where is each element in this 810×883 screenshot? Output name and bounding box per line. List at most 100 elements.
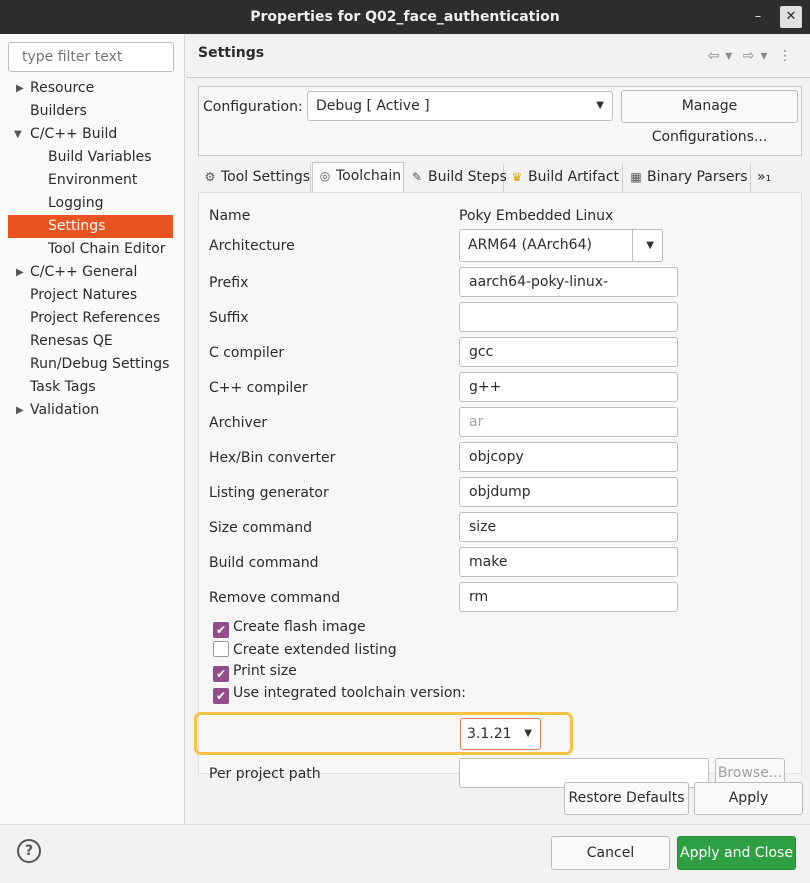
listing-generator-label: Listing generator (209, 485, 329, 501)
sidebar-item-label: Builders (30, 103, 87, 119)
minimize-icon[interactable]: – (747, 6, 769, 28)
configuration-select[interactable]: Debug [ Active ] ▼ (307, 91, 613, 121)
toolchain-version-value: 3.1.21 (467, 726, 512, 742)
architecture-select[interactable]: ARM64 (AArch64) ▼ (459, 229, 663, 262)
restore-defaults-button[interactable]: Restore Defaults (564, 782, 689, 815)
configuration-label: Configuration: (203, 99, 303, 115)
print-size-checkbox[interactable]: ✔ Print size (213, 663, 297, 682)
apply-button[interactable]: Apply (694, 782, 803, 815)
suffix-label: Suffix (209, 310, 249, 326)
forward-arrow-icon[interactable]: ⇨ (743, 48, 755, 64)
sidebar-item-tool-chain-editor[interactable]: Tool Chain Editor (0, 238, 185, 261)
settings-page: Settings ⇦ ▾ ⇨ ▾ ⋮ Configuration: Debug [ … (186, 34, 810, 824)
more-options-icon[interactable]: ⋮ (778, 48, 792, 64)
tab-toolchain[interactable]: ◎ Toolchain (312, 162, 404, 193)
tab-label: Toolchain (336, 168, 402, 184)
sidebar-item-run-debug-settings[interactable]: Run/Debug Settings (0, 353, 185, 376)
close-icon[interactable]: ✕ (780, 6, 802, 28)
cpp-compiler-label: C++ compiler (209, 380, 308, 396)
chevron-down-icon: ▼ (596, 100, 604, 111)
sidebar-item-validation[interactable]: ▶ Validation (0, 399, 185, 422)
forward-menu-chevron-icon[interactable]: ▾ (761, 48, 768, 64)
chevron-right-icon[interactable]: ▶ (16, 399, 24, 422)
window-titlebar: Properties for Q02_face_authentication –… (0, 0, 810, 34)
sidebar-item-build-variables[interactable]: Build Variables (0, 146, 185, 169)
sidebar-item-label: Build Variables (48, 149, 152, 165)
create-extended-listing-checkbox[interactable]: Create extended listing (213, 641, 397, 658)
chevron-right-icon[interactable]: ▶ (16, 261, 24, 284)
tab-binary-parsers[interactable]: ▦ Binary Parsers (624, 164, 751, 192)
checkbox-checked-icon[interactable]: ✔ (213, 688, 229, 704)
checkbox-checked-icon[interactable]: ✔ (213, 666, 229, 682)
sidebar-item-project-references[interactable]: Project References (0, 307, 185, 330)
sidebar-item-logging[interactable]: Logging (0, 192, 185, 215)
prefix-input[interactable]: aarch64-poky-linux- (459, 267, 678, 297)
page-navigation: ⇦ ▾ ⇨ ▾ ⋮ (702, 48, 792, 64)
chevron-right-icon[interactable]: ▶ (16, 77, 24, 100)
checkbox-label: Create extended listing (233, 642, 397, 658)
tool-settings-icon: ⚙ (204, 170, 216, 184)
toolchain-version-select[interactable]: 3.1.21 ▼ (460, 718, 541, 750)
chevron-down-icon[interactable]: ▼ (14, 123, 22, 146)
help-icon[interactable]: ? (17, 839, 41, 863)
sidebar-item-environment[interactable]: Environment (0, 169, 185, 192)
size-command-input[interactable]: size (459, 512, 678, 542)
sidebar-item-label: Project Natures (30, 287, 138, 303)
tab-tool-settings[interactable]: ⚙ Tool Settings (198, 164, 311, 192)
checkbox-label: Print size (233, 663, 297, 679)
sidebar-item-task-tags[interactable]: Task Tags (0, 376, 185, 399)
architecture-label: Architecture (209, 238, 295, 254)
build-command-input[interactable]: make (459, 547, 678, 577)
sidebar-item-resource[interactable]: ▶ Resource (0, 77, 185, 100)
c-compiler-input[interactable]: gcc (459, 337, 678, 367)
window-title: Properties for Q02_face_authentication (250, 9, 560, 25)
checkbox-unchecked-icon[interactable] (213, 641, 229, 657)
apply-and-close-button[interactable]: Apply and Close (677, 836, 796, 870)
hex-bin-converter-input[interactable]: objcopy (459, 442, 678, 472)
build-command-label: Build command (209, 555, 319, 571)
suffix-input[interactable] (459, 302, 678, 332)
sidebar-item-cpp-build[interactable]: ▼ C/C++ Build (0, 123, 185, 146)
listing-generator-input[interactable]: objdump (459, 477, 678, 507)
tab-label: Build Steps (428, 169, 507, 185)
sidebar-item-renesas-qe[interactable]: Renesas QE (0, 330, 185, 353)
sidebar-item-settings[interactable]: Settings (8, 215, 173, 238)
sidebar-item-builders[interactable]: Builders (0, 100, 185, 123)
cpp-compiler-input[interactable]: g++ (459, 372, 678, 402)
name-value: Poky Embedded Linux (459, 208, 614, 224)
create-flash-image-checkbox[interactable]: ✔ Create flash image (213, 619, 366, 638)
c-compiler-label: C compiler (209, 345, 285, 361)
build-steps-icon: ✎ (411, 170, 423, 184)
tab-build-artifact[interactable]: ♛ Build Artifact (505, 164, 623, 192)
more-tabs-icon: »₁ (757, 169, 772, 185)
size-command-label: Size command (209, 520, 313, 536)
remove-command-input[interactable]: rm (459, 582, 678, 612)
manage-configurations-button[interactable]: Manage Configurations... (621, 90, 798, 145)
more-tabs-button[interactable]: »₁ (753, 164, 783, 192)
hex-bin-converter-label: Hex/Bin converter (209, 450, 336, 466)
tab-label: Build Artifact (528, 169, 619, 185)
sidebar-item-label: Renesas QE (30, 333, 113, 349)
sidebar-item-label: Run/Debug Settings (30, 356, 170, 372)
sidebar-item-project-natures[interactable]: Project Natures (0, 284, 185, 307)
tab-build-steps[interactable]: ✎ Build Steps (405, 164, 507, 192)
tab-label: Binary Parsers (647, 169, 748, 185)
checkbox-checked-icon[interactable]: ✔ (213, 622, 229, 638)
back-menu-chevron-icon[interactable]: ▾ (725, 48, 732, 64)
checkbox-label: Use integrated toolchain version: (233, 685, 466, 701)
sidebar-item-label: Settings (48, 218, 106, 234)
binary-icon: ▦ (630, 170, 642, 184)
back-arrow-icon[interactable]: ⇦ (708, 48, 720, 64)
cancel-button[interactable]: Cancel (551, 836, 670, 870)
sidebar-item-label: Environment (48, 172, 138, 188)
filter-input[interactable] (8, 42, 174, 72)
sidebar-item-label: Resource (30, 80, 95, 96)
configuration-value: Debug [ Active ] (316, 98, 430, 114)
sidebar-item-label: Project References (30, 310, 161, 326)
prefix-label: Prefix (209, 275, 249, 291)
tab-label: Tool Settings (221, 169, 311, 185)
sidebar-item-label: Validation (30, 402, 100, 418)
use-integrated-toolchain-checkbox[interactable]: ✔ Use integrated toolchain version: (213, 685, 466, 704)
toolchain-icon: ◎ (319, 169, 331, 183)
sidebar-item-cpp-general[interactable]: ▶ C/C++ General (0, 261, 185, 284)
